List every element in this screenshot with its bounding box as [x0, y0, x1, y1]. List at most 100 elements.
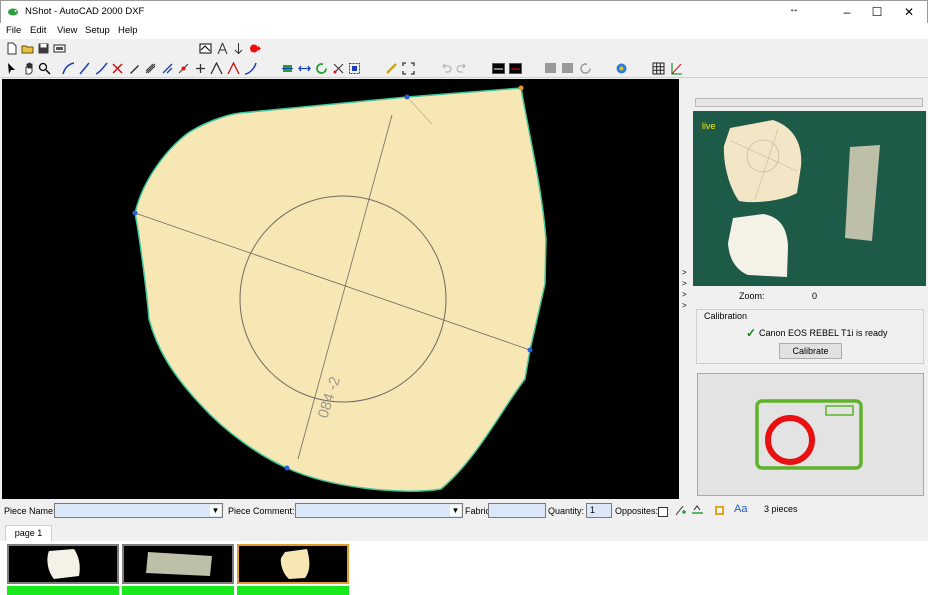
thumbnail-image — [280, 549, 310, 579]
app-window: NShot - AutoCAD 2000 DXF ↔ – ☐ ✕ File Ed… — [0, 0, 928, 595]
new-file-icon[interactable] — [5, 42, 18, 55]
axis-icon[interactable] — [670, 62, 683, 75]
open-folder-icon[interactable] — [21, 42, 34, 55]
camera-status-box — [697, 373, 924, 496]
point-icon[interactable] — [194, 62, 207, 75]
camera-status: Canon EOS REBEL T1i is ready — [759, 328, 888, 338]
menu-view[interactable]: View — [57, 25, 77, 36]
menu-help[interactable]: Help — [118, 25, 138, 36]
piece-thumbnails — [0, 541, 928, 595]
arrow-down-icon[interactable] — [232, 42, 245, 55]
app-icon — [8, 8, 18, 16]
tool-icon[interactable] — [161, 62, 174, 75]
piece-comment-combo[interactable]: ▼ — [295, 503, 463, 518]
gray-square-icon[interactable] — [545, 63, 556, 73]
record-icon[interactable] — [249, 42, 262, 55]
maximize-button[interactable]: ☐ — [862, 1, 892, 24]
piece-name-combo[interactable]: ▼ — [54, 503, 223, 518]
tool-icon[interactable] — [177, 62, 190, 75]
quantity-label: Quantity: — [548, 506, 585, 516]
add-piece-icon[interactable] — [674, 504, 687, 517]
calibration-title: Calibration — [702, 311, 750, 321]
edit-icon[interactable] — [227, 62, 240, 75]
opposites-checkbox[interactable] — [658, 507, 668, 517]
undo-icon[interactable] — [439, 62, 452, 75]
select-arrow-icon[interactable] — [5, 62, 18, 75]
move-icon[interactable] — [281, 62, 294, 75]
drawing-canvas[interactable]: 084 -2 — [2, 79, 679, 499]
vertex-point[interactable] — [404, 94, 410, 100]
menu-file[interactable]: File — [6, 25, 21, 36]
spline-icon[interactable] — [244, 62, 257, 75]
cut-icon[interactable] — [332, 62, 345, 75]
thumbnail-image — [146, 552, 212, 576]
close-button[interactable]: ✕ — [894, 1, 924, 24]
vertex-point[interactable] — [527, 347, 533, 353]
chevron-right-icon[interactable]: > — [682, 268, 687, 277]
select-box-icon[interactable] — [348, 62, 361, 75]
notch-icon[interactable] — [210, 62, 223, 75]
drawing-toolbar — [0, 58, 928, 78]
scan-icon[interactable] — [199, 42, 212, 55]
piece-name-label: Piece Name: — [4, 506, 56, 516]
live-label: live — [702, 121, 716, 131]
thumbnail-piece-3[interactable] — [237, 544, 349, 584]
pencil-icon[interactable] — [128, 62, 141, 75]
flip-icon[interactable] — [298, 62, 311, 75]
zoom-label: Zoom: — [739, 291, 765, 301]
zoom-icon[interactable] — [38, 62, 51, 75]
chevron-down-icon[interactable]: ▼ — [210, 505, 221, 516]
tool-icon[interactable] — [144, 62, 157, 75]
thumbnail-piece-2[interactable] — [122, 544, 234, 584]
vertex-point[interactable] — [132, 210, 138, 216]
view-mode-icon[interactable] — [492, 62, 505, 75]
curve-icon[interactable] — [62, 62, 75, 75]
abc-icon[interactable] — [691, 504, 704, 517]
delete-point-icon[interactable] — [111, 62, 124, 75]
panel-splitter[interactable]: > > > > — [681, 79, 690, 499]
chevron-right-icon[interactable]: > — [682, 301, 687, 310]
vertex-point-selected[interactable] — [518, 85, 524, 91]
view-mode-icon[interactable] — [509, 62, 522, 75]
fit-icon[interactable] — [402, 62, 415, 75]
chevron-right-icon[interactable]: > — [682, 279, 687, 288]
calibrate-button[interactable]: Calibrate — [779, 343, 842, 359]
status-bar — [122, 586, 234, 595]
gray-square-icon[interactable] — [562, 63, 573, 73]
info-icon[interactable] — [615, 62, 628, 75]
status-bar — [237, 586, 349, 595]
refresh-icon[interactable] — [579, 62, 592, 75]
vertex-point[interactable] — [284, 465, 290, 471]
line-icon[interactable] — [78, 62, 91, 75]
square-icon[interactable] — [715, 506, 724, 515]
rotate-icon[interactable] — [315, 62, 328, 75]
pattern-piece[interactable] — [134, 87, 547, 492]
pan-hand-icon[interactable] — [22, 62, 35, 75]
thumbnail-piece-1[interactable] — [7, 544, 119, 584]
ruler-icon[interactable] — [385, 62, 398, 75]
piece-drawing: 084 -2 — [132, 85, 547, 492]
progress-bar — [695, 98, 923, 107]
print-icon[interactable] — [53, 42, 66, 55]
minimize-button[interactable]: – — [832, 1, 862, 24]
title-bar: NShot - AutoCAD 2000 DXF ↔ – ☐ ✕ — [0, 0, 928, 23]
live-image — [723, 120, 880, 277]
measure-icon[interactable] — [216, 42, 229, 55]
tab-page-1[interactable]: page 1 — [5, 525, 52, 541]
resize-icon: ↔ — [789, 4, 799, 15]
status-bar — [7, 586, 119, 595]
check-icon: ✓ — [746, 326, 757, 340]
menu-setup[interactable]: Setup — [85, 25, 110, 36]
fabric-field[interactable] — [488, 503, 546, 518]
save-icon[interactable] — [37, 42, 50, 55]
quantity-field[interactable]: 1 — [586, 503, 612, 518]
menu-edit[interactable]: Edit — [30, 25, 46, 36]
font-button[interactable]: Aa — [734, 503, 747, 515]
line-icon[interactable] — [95, 62, 108, 75]
chevron-right-icon[interactable]: > — [682, 290, 687, 299]
chevron-down-icon[interactable]: ▼ — [450, 505, 461, 516]
redo-icon[interactable] — [456, 62, 469, 75]
menu-bar: File Edit View Setup Help — [0, 23, 928, 39]
live-camera-view: live — [693, 111, 926, 286]
grid-icon[interactable] — [652, 62, 665, 75]
